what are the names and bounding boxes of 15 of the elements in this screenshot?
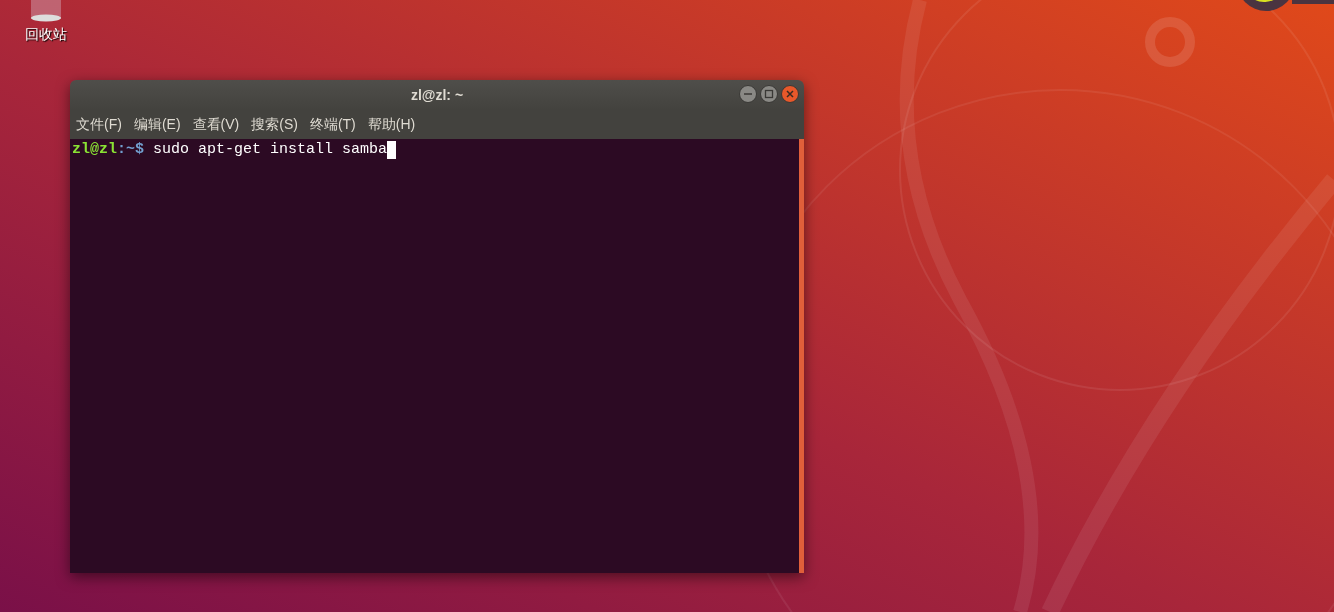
- menu-item[interactable]: 文件(F): [76, 114, 122, 135]
- terminal-line: zl@zl:~$ sudo apt-get install samba: [70, 139, 799, 573]
- scrollbar[interactable]: [799, 139, 804, 573]
- maximize-icon: [764, 89, 774, 99]
- window-title: zl@zl: ~: [410, 85, 464, 105]
- menu-item[interactable]: 搜索(S): [251, 114, 298, 135]
- maximize-button[interactable]: [760, 85, 778, 103]
- close-button[interactable]: [781, 85, 799, 103]
- menu-item[interactable]: 帮助(H): [367, 114, 416, 135]
- close-icon: [785, 89, 795, 99]
- menu-item[interactable]: 编辑(E): [133, 114, 181, 135]
- menu-item[interactable]: 终端(T): [309, 114, 356, 135]
- trash-label[interactable]: 回收站: [25, 24, 67, 45]
- menu-item[interactable]: 查看(V): [192, 114, 240, 135]
- minimize-button[interactable]: [739, 85, 757, 103]
